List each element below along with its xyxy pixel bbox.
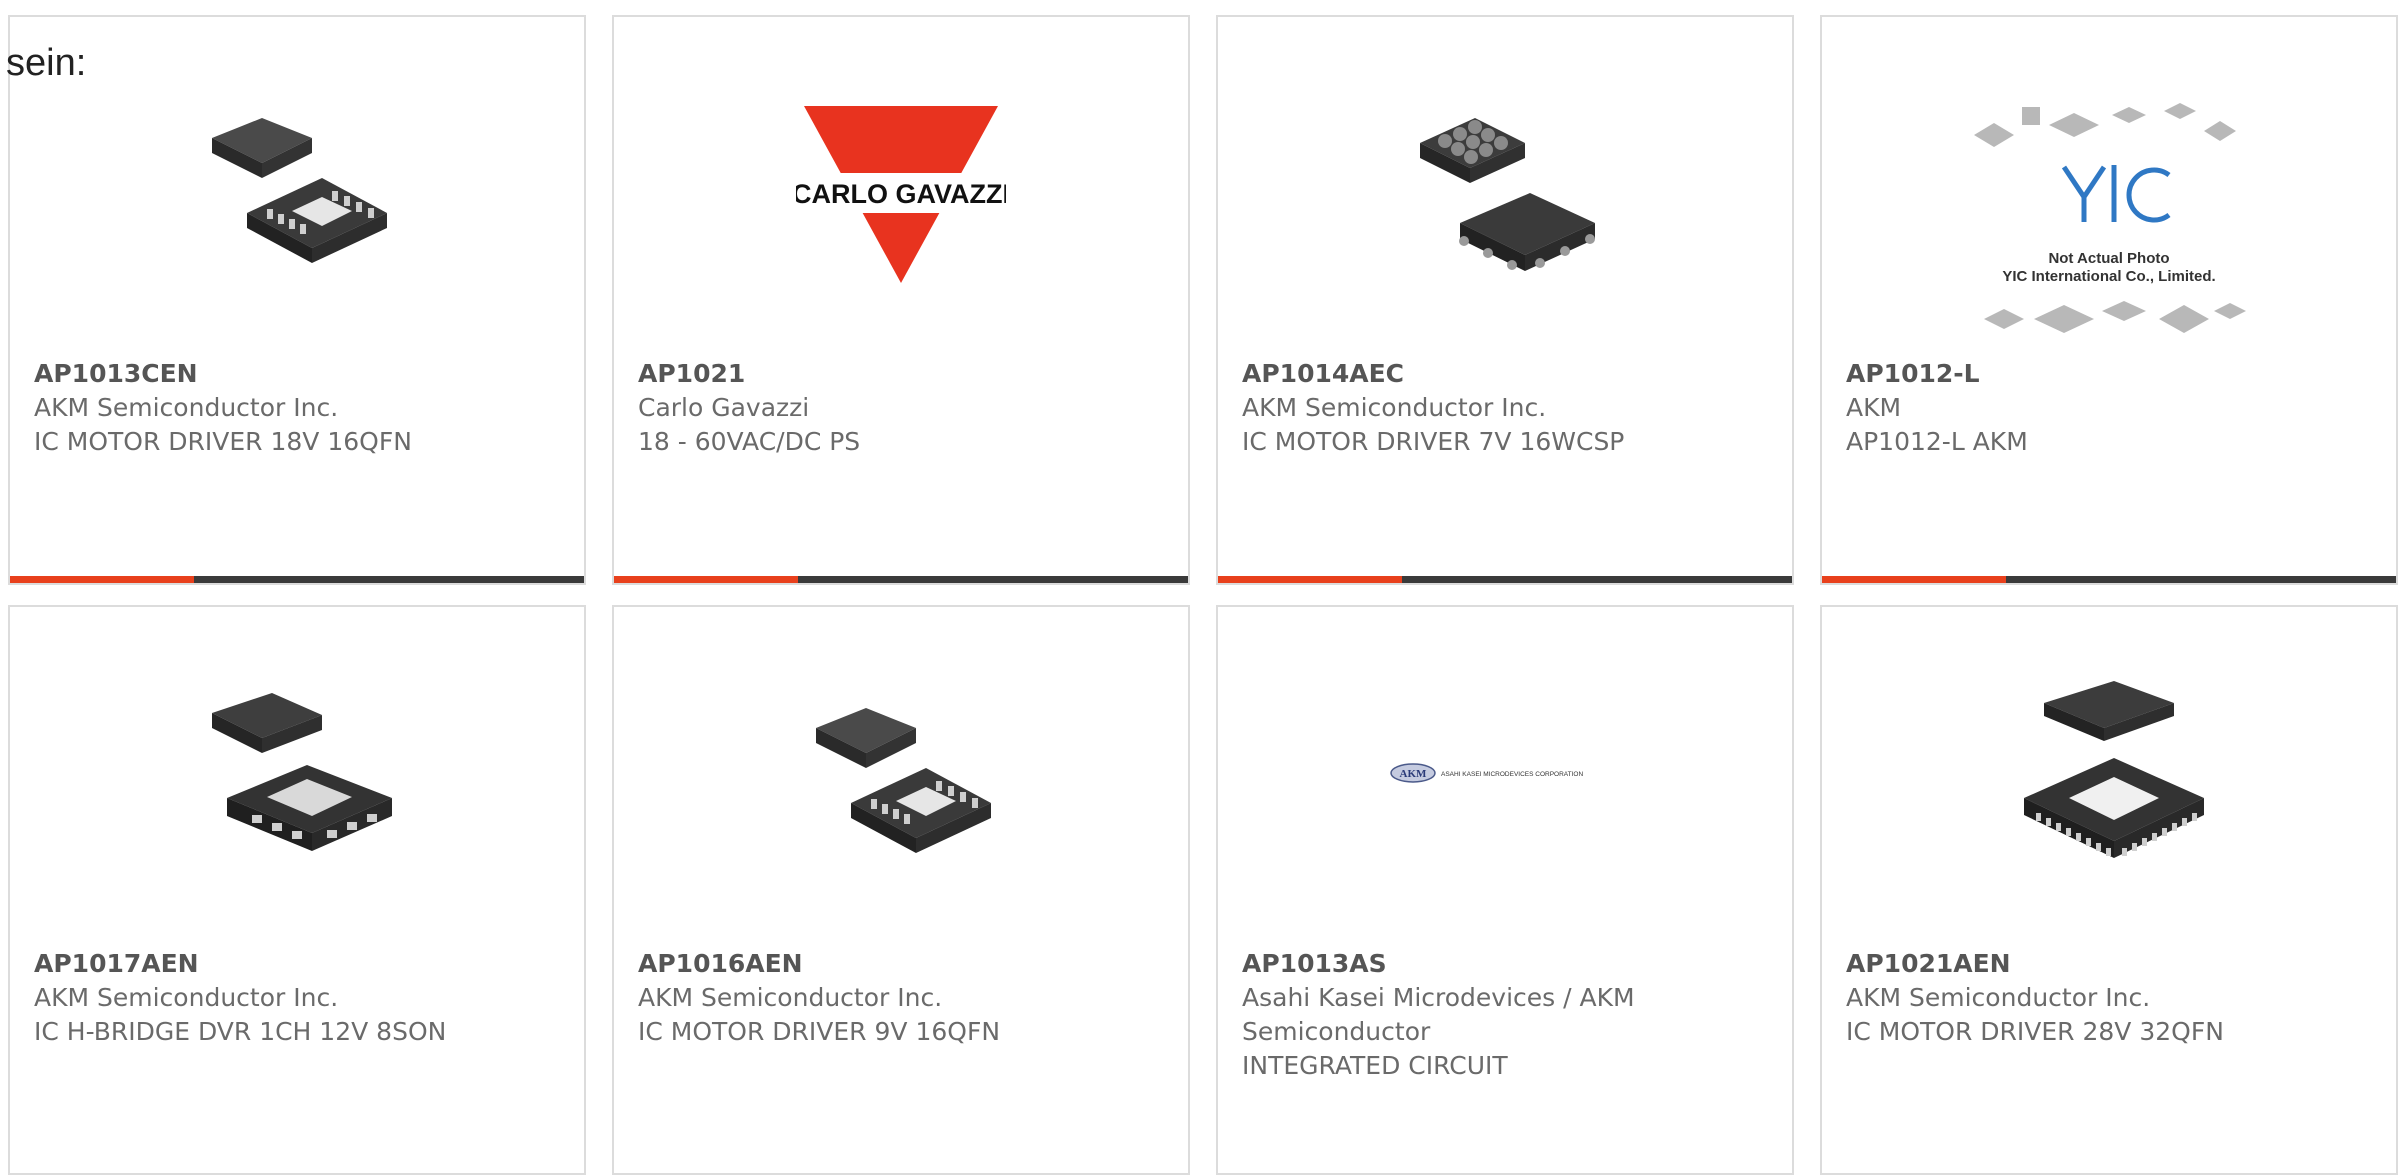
akm-logo: AKM ASAHI KASEI MICRODEVICES CORPORATION: [1385, 673, 1625, 878]
manufacturer: Carlo Gavazzi: [638, 393, 810, 422]
product-card[interactable]: AKM ASAHI KASEI MICRODEVICES CORPORATION…: [1216, 605, 1794, 1175]
description: IC MOTOR DRIVER 7V 16WCSP: [1242, 427, 1625, 456]
product-card[interactable]: AP1013CEN AKM Semiconductor Inc. IC MOTO…: [8, 15, 586, 585]
akm-logo-subtext: ASAHI KASEI MICRODEVICES CORPORATION: [1441, 771, 1583, 778]
card-progress-bar: [1822, 576, 2396, 583]
akm-logo-text: AKM: [1400, 768, 1428, 780]
manufacturer: AKM Semiconductor Inc.: [638, 983, 943, 1012]
product-grid: AP1013CEN AKM Semiconductor Inc. IC MOTO…: [8, 15, 2400, 1175]
part-number[interactable]: AP1013AS: [1242, 947, 1772, 981]
product-card[interactable]: AP1017AEN AKM Semiconductor Inc. IC H-BR…: [8, 605, 586, 1175]
description: IC MOTOR DRIVER 18V 16QFN: [34, 427, 412, 456]
product-card[interactable]: AP1014AEC AKM Semiconductor Inc. IC MOTO…: [1216, 15, 1794, 585]
part-number[interactable]: AP1016AEN: [638, 947, 1168, 981]
manufacturer: AKM: [1846, 393, 1902, 422]
product-card[interactable]: AP1021AEN AKM Semiconductor Inc. IC MOTO…: [1820, 605, 2398, 1175]
qfn32-chip-icon: [2004, 673, 2214, 878]
manufacturer: AKM Semiconductor Inc.: [1242, 393, 1547, 422]
qfn16-chip-icon: [192, 83, 402, 288]
description: IC H-BRIDGE DVR 1CH 12V 8SON: [34, 1017, 447, 1046]
description: INTEGRATED CIRCUIT: [1242, 1051, 1508, 1080]
part-number[interactable]: AP1014AEC: [1242, 357, 1772, 391]
qfn16-chip-icon: [796, 673, 1006, 878]
carlo-gavazzi-logo: CARLO GAVAZZI: [792, 83, 1010, 288]
logo-text: CARLO GAVAZZI: [796, 179, 1006, 209]
yic-placeholder-image: Not Actual Photo YIC International Co., …: [1964, 97, 2254, 347]
product-card[interactable]: AP1016AEN AKM Semiconductor Inc. IC MOTO…: [612, 605, 1190, 1175]
manufacturer: Asahi Kasei Microdevices / AKM Semicondu…: [1242, 983, 1635, 1046]
manufacturer: AKM Semiconductor Inc.: [34, 393, 339, 422]
son8-chip-icon: [192, 673, 402, 878]
product-card[interactable]: CARLO GAVAZZI AP1021 Carlo Gavazzi 18 - …: [612, 15, 1190, 585]
card-progress-accent: [614, 576, 798, 583]
card-progress-bar: [1218, 576, 1792, 583]
description: IC MOTOR DRIVER 28V 32QFN: [1846, 1017, 2224, 1046]
product-card[interactable]: Not Actual Photo YIC International Co., …: [1820, 15, 2398, 585]
description: 18 - 60VAC/DC PS: [638, 427, 861, 456]
description: IC MOTOR DRIVER 9V 16QFN: [638, 1017, 1001, 1046]
intro-text: sein:: [6, 42, 87, 84]
manufacturer: AKM Semiconductor Inc.: [34, 983, 339, 1012]
description: AP1012-L AKM: [1846, 427, 2028, 456]
wcsp-chip-icon: [1400, 83, 1610, 288]
part-number[interactable]: AP1021: [638, 357, 1168, 391]
yic-note-line2: YIC International Co., Limited.: [2002, 268, 2215, 285]
part-number[interactable]: AP1013CEN: [34, 357, 564, 391]
yic-note-line1: Not Actual Photo: [2048, 250, 2169, 267]
part-number[interactable]: AP1017AEN: [34, 947, 564, 981]
part-number[interactable]: AP1021AEN: [1846, 947, 2376, 981]
card-progress-accent: [1218, 576, 1402, 583]
card-progress-bar: [614, 576, 1188, 583]
part-number[interactable]: AP1012-L: [1846, 357, 2376, 391]
card-progress-bar: [10, 576, 584, 583]
manufacturer: AKM Semiconductor Inc.: [1846, 983, 2151, 1012]
card-progress-accent: [1822, 576, 2006, 583]
card-progress-accent: [10, 576, 194, 583]
